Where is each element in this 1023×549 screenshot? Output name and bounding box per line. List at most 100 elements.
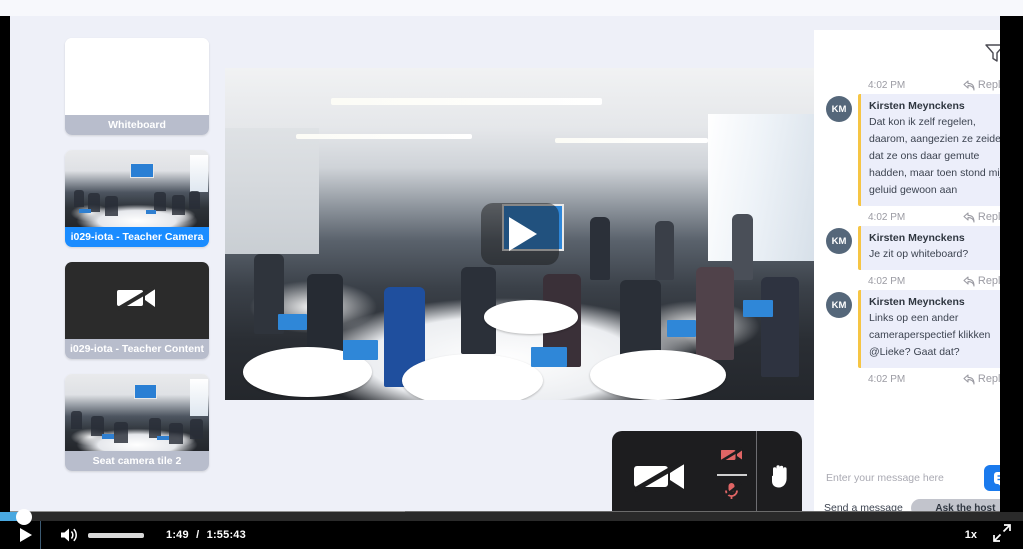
reply-button[interactable]: Reply (963, 373, 1000, 385)
message-bubble: Kirsten Meynckens Je zit op whiteboard? (858, 226, 1000, 270)
reply-label: Reply (977, 275, 1000, 287)
left-wall (225, 127, 320, 254)
thumbnail-teacher-content-preview (65, 262, 209, 339)
player-current-time: 1:49 (166, 529, 189, 541)
raise-hand-button[interactable] (757, 462, 802, 490)
send-chat-icon (994, 472, 1000, 486)
reply-arrow-icon (963, 275, 975, 287)
avatar: KM (826, 228, 852, 254)
message-meta: 4:02 PM Reply (824, 206, 1000, 226)
chat-panel: 4:02 PM Reply KM Kirsten Meynckens Dat k… (814, 30, 1000, 511)
right-windows (707, 114, 814, 261)
projector-screen (129, 163, 155, 179)
reply-arrow-icon (963, 211, 975, 223)
reply-button[interactable]: Reply (963, 211, 1000, 223)
video-progress-knob[interactable] (16, 509, 32, 525)
reply-label: Reply (977, 79, 1000, 91)
pod-divider (717, 474, 747, 476)
video-progress-bar[interactable] (0, 509, 1023, 525)
chat-message: KM Kirsten Meynckens Je zit op whiteboar… (824, 226, 1000, 270)
ask-the-host-button[interactable]: Ask the host (910, 499, 1000, 511)
screen-root: Whiteboard i029-iota - Teacher Camera i0… (0, 0, 1023, 549)
player-play-button[interactable] (0, 521, 52, 549)
player-right-controls: 1x (965, 523, 1023, 547)
player-time-separator: / (196, 529, 200, 541)
window-highlight-2 (190, 378, 208, 416)
reply-label: Reply (977, 211, 1000, 223)
classroom-thumbnail-image (65, 150, 209, 227)
thumbnail-teacher-content[interactable]: i029-iota - Teacher Content (65, 262, 209, 359)
chat-message: KM Kirsten Meynckens Dat kon ik zelf reg… (824, 94, 1000, 206)
thumbnail-teacher-camera-label: i029-iota - Teacher Camera (65, 227, 209, 247)
microphone-muted-red-icon (721, 482, 742, 505)
message-text: Dat kon ik zelf regelen, daarom, aangezi… (869, 116, 1000, 196)
chat-header (814, 30, 1000, 74)
play-triangle-icon (508, 217, 537, 251)
message-meta: 4:02 PM Reply (824, 74, 1000, 94)
classroom-thumbnail-image-2 (65, 374, 209, 451)
player-volume-button[interactable] (52, 526, 86, 544)
reply-label: Reply (977, 373, 1000, 385)
thumbnail-whiteboard[interactable]: Whiteboard (65, 38, 209, 135)
play-icon (20, 528, 32, 542)
thumbnail-teacher-content-label: i029-iota - Teacher Content (65, 339, 209, 359)
app-content: Whiteboard i029-iota - Teacher Camera i0… (32, 16, 1000, 511)
volume-on-icon (61, 528, 77, 542)
reply-button[interactable]: Reply (963, 275, 1000, 287)
message-author: Kirsten Meynckens (869, 100, 965, 112)
thumbnail-whiteboard-preview (65, 38, 209, 115)
message-author: Kirsten Meynckens (869, 232, 965, 244)
letterbox-right (1000, 16, 1023, 521)
thumbnail-seat-camera-2-preview (65, 374, 209, 451)
chat-footer-actions: Send a message Ask the host (824, 499, 1000, 511)
camera-off-icon (116, 284, 157, 317)
reply-button[interactable]: Reply (963, 79, 1000, 91)
raised-hand-icon (771, 465, 787, 488)
message-bubble: Kirsten Meynckens Links op een ander cam… (858, 290, 1000, 368)
player-time-display: 1:49 / 1:55:43 (166, 529, 246, 541)
camera-muted-red-icon (720, 447, 743, 468)
thumbnail-whiteboard-label: Whiteboard (65, 115, 209, 135)
player-duration: 1:55:43 (206, 529, 246, 541)
thumbnail-teacher-camera[interactable]: i029-iota - Teacher Camera (65, 150, 209, 247)
chat-message-list[interactable]: 4:02 PM Reply KM Kirsten Meynckens Dat k… (814, 74, 1000, 459)
video-play-button[interactable] (480, 203, 559, 265)
pod-camera-off-button[interactable] (612, 457, 708, 495)
chat-message: KM Kirsten Meynckens Links op een ander … (824, 290, 1000, 368)
reply-arrow-icon (963, 79, 975, 91)
reply-arrow-icon (963, 373, 975, 385)
video-player-bar: 1:49 / 1:55:43 1x (0, 521, 1023, 549)
send-a-message-tab[interactable]: Send a message (824, 502, 903, 511)
message-author: Kirsten Meynckens (869, 296, 965, 308)
message-meta: 4:02 PM Reply (824, 270, 1000, 290)
thumbnail-teacher-camera-preview (65, 150, 209, 227)
message-time: 4:02 PM (868, 211, 906, 223)
message-text: Links op een ander cameraperspectief kli… (869, 312, 991, 358)
main-video-player[interactable] (225, 68, 814, 400)
message-bubble: Kirsten Meynckens Dat kon ik zelf regele… (858, 94, 1000, 206)
message-meta-last: 4:02 PM Reply (824, 368, 1000, 388)
chat-message-input[interactable] (824, 466, 978, 490)
send-message-button[interactable] (984, 465, 1000, 491)
message-time: 4:02 PM (868, 275, 906, 287)
message-composer (824, 465, 1000, 491)
avatar: KM (826, 292, 852, 318)
player-fullscreen-button[interactable] (993, 523, 1011, 547)
player-volume-slider[interactable] (88, 532, 144, 538)
player-speed-button[interactable]: 1x (965, 529, 977, 541)
pod-status-column (708, 447, 756, 505)
window-highlight (190, 154, 208, 192)
message-time: 4:02 PM (868, 79, 906, 91)
camera-thumbnail-rail: Whiteboard i029-iota - Teacher Camera i0… (65, 38, 217, 471)
avatar: KM (826, 96, 852, 122)
video-control-pod (612, 431, 802, 511)
app-canvas: Whiteboard i029-iota - Teacher Camera i0… (10, 16, 1000, 511)
top-strip (0, 0, 1023, 16)
filter-funnel-icon[interactable] (984, 42, 1000, 69)
message-text: Je zit op whiteboard? (869, 248, 969, 260)
thumbnail-seat-camera-2-label: Seat camera tile 2 (65, 451, 209, 471)
chat-footer: Send a message Ask the host (814, 459, 1000, 511)
letterbox-left (0, 16, 10, 521)
projector-screen-2 (134, 384, 158, 400)
thumbnail-seat-camera-2[interactable]: Seat camera tile 2 (65, 374, 209, 471)
